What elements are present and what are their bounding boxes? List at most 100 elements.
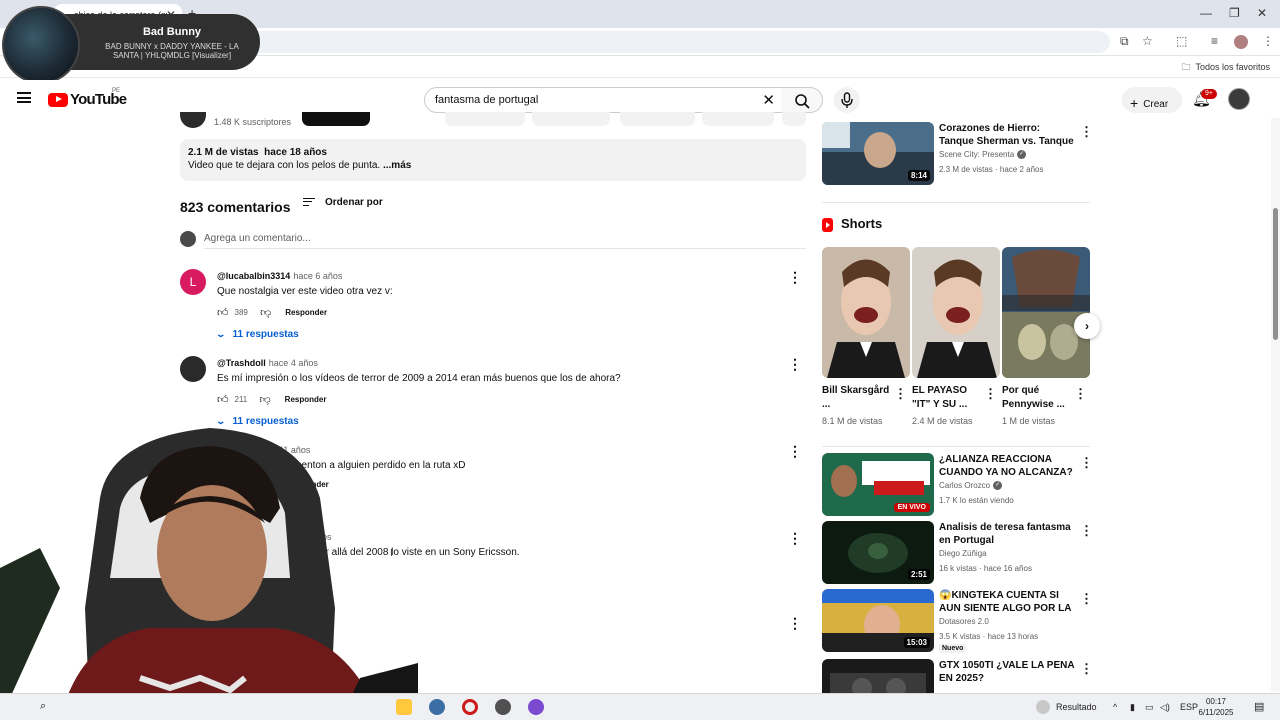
video-thumbnail[interactable]: EN VIVO [822,453,934,516]
network-icon[interactable]: ▭ [1145,702,1154,713]
channel-avatar[interactable] [180,112,206,128]
like-button[interactable] [445,112,525,126]
menu-icon[interactable] [17,92,31,103]
description-box[interactable]: 2.1 M de vistas hace 18 años Video que t… [180,139,806,181]
comment-avatar[interactable]: L [180,269,206,295]
subscribe-button[interactable] [302,112,370,126]
channel-name[interactable]: Diego Zúñiga [939,549,987,558]
short-card[interactable]: Bill Skarsgård ... 8.1 M de vistas ⋮ [822,247,910,427]
video-menu-icon[interactable]: ⋮ [1080,124,1093,140]
comment-author[interactable]: @Trashdoll [217,358,266,368]
short-thumbnail[interactable] [912,247,1000,378]
channel-name[interactable]: Carlos Orozco [939,481,990,490]
short-title[interactable]: EL PAYASO "IT" Y SU ... [912,384,982,412]
view-replies-button[interactable]: ⌄ 11 respuestas [215,416,298,427]
media-now-playing[interactable]: Bad Bunny BAD BUNNY x DADDY YANKEE - LA … [2,6,260,84]
channel-name[interactable]: Scene City: Presenta [939,150,1014,159]
video-title[interactable]: ¿ALIANZA REACCIONA CUANDO YA NO ALCANZA?… [939,453,1077,479]
weather-icon[interactable] [1036,700,1050,714]
video-menu-icon[interactable]: ⋮ [1080,661,1090,677]
reply-button[interactable]: Responder [285,308,327,317]
search-box[interactable]: fantasma de portugal ✕ [424,87,782,113]
short-card[interactable]: EL PAYASO "IT" Y SU ... 2.4 M de vistas … [912,247,1000,427]
video-title[interactable]: GTX 1050TI ¿VALE LA PENA EN 2025? [939,659,1077,685]
comment-time[interactable]: hace 4 años [269,358,318,368]
extensions-icon[interactable]: ⬚ [1176,34,1187,48]
thumbs-down-icon[interactable]: 👎︎ [260,393,271,406]
file-explorer-icon[interactable] [396,699,412,715]
reply-button[interactable]: Responder [285,395,327,404]
video-title[interactable]: 😱KINGTEKA CUENTA SI AUN SIENTE ALGO POR … [939,589,1077,615]
more-link[interactable]: ...más [383,160,411,171]
download-button[interactable] [620,112,695,126]
short-menu-icon[interactable]: ⋮ [1074,386,1087,402]
recommended-video[interactable]: 8:14 Corazones de Hierro: Tanque Sherman… [822,122,1093,186]
more-actions-button[interactable] [782,112,806,126]
short-menu-icon[interactable]: ⋮ [894,386,907,402]
view-replies-button[interactable]: ⌄ 11 respuestas [215,329,298,340]
video-menu-icon[interactable]: ⋮ [1080,523,1093,539]
browser-app-icon[interactable] [528,699,544,715]
chevron-up-icon[interactable]: ^ [1113,702,1117,712]
video-title[interactable]: Analisis de teresa fantasma en Portugal [939,521,1077,547]
video-menu-icon[interactable]: ⋮ [1080,455,1093,471]
recommended-video[interactable]: EN VIVO ¿ALIANZA REACCIONA CUANDO YA NO … [822,453,1093,517]
microphone-icon[interactable]: ▮ [1130,702,1135,713]
video-title[interactable]: Corazones de Hierro: Tanque Sherman vs. … [939,122,1077,148]
search-icon[interactable]: ⌕ [40,700,56,716]
minimize-icon[interactable]: — [1200,6,1212,20]
video-thumbnail[interactable]: 15:03 [822,589,934,652]
reading-list-icon[interactable]: ≡ [1211,34,1218,48]
channel-name[interactable]: Dotasores 2.0 [939,617,989,626]
recommended-video[interactable]: GTX 1050TI ¿VALE LA PENA EN 2025? ⋮ [822,659,1090,693]
system-clock[interactable]: 00:17 6/11/2025 [1196,696,1236,718]
create-button[interactable]: + Crear [1122,87,1182,113]
video-thumbnail[interactable]: 2:51 [822,521,934,584]
weather-label[interactable]: Resultado [1056,702,1097,712]
account-avatar[interactable] [1228,88,1250,110]
short-thumbnail[interactable] [822,247,910,378]
comment-avatar[interactable] [180,356,206,382]
profile-icon[interactable] [1234,35,1248,49]
comment-menu-icon[interactable]: ⋮ [788,269,802,286]
video-menu-icon[interactable]: ⋮ [1080,591,1093,607]
bookmark-star-icon[interactable]: ☆ [1142,34,1153,48]
restore-icon[interactable]: ❐ [1229,6,1240,20]
comment-author[interactable]: @lucabalbin3314 [217,271,290,281]
short-card[interactable]: Por qué Pennywise ... 1 M de vistas ⋮ [1002,247,1090,427]
comment-time[interactable]: hace 6 años [293,271,342,281]
install-app-icon[interactable]: ⧉ [1120,34,1129,49]
recommended-video[interactable]: 15:03 😱KINGTEKA CUENTA SI AUN SIENTE ALG… [822,589,1093,653]
short-menu-icon[interactable]: ⋮ [984,386,997,402]
comment-menu-icon[interactable]: ⋮ [788,356,802,373]
volume-icon[interactable]: ◁) [1160,702,1170,713]
app-icon[interactable] [429,699,445,715]
all-favorites[interactable]: 🗀 Todos los favoritos [1181,60,1270,76]
voice-search-button[interactable] [834,87,860,113]
scrollbar-thumb[interactable] [1273,208,1278,340]
opera-icon[interactable] [462,699,478,715]
video-thumbnail[interactable]: 8:14 [822,122,934,185]
add-comment-input[interactable]: Agrega un comentario... [204,233,311,244]
notifications-icon[interactable]: ▤ [1254,700,1264,713]
short-thumbnail[interactable] [1002,247,1090,378]
browser-menu-icon[interactable]: ⋮ [1262,34,1274,48]
youtube-logo[interactable]: YouTube PE [48,88,127,109]
search-button[interactable] [781,87,823,113]
obs-icon[interactable] [495,699,511,715]
short-title[interactable]: Bill Skarsgård ... [822,384,892,412]
clip-button[interactable] [702,112,774,126]
shorts-next-arrow-icon[interactable]: › [1074,313,1100,339]
page-scrollbar[interactable] [1271,118,1280,692]
close-window-icon[interactable]: ✕ [1257,6,1267,20]
recommended-video[interactable]: 2:51 Analisis de teresa fantasma en Port… [822,521,1093,585]
sort-button[interactable]: Ordenar por [303,197,383,208]
video-thumbnail[interactable] [822,659,934,693]
search-input[interactable]: fantasma de portugal [435,94,538,106]
comment-menu-icon[interactable]: ⋮ [788,615,802,632]
thumbs-down-icon[interactable]: 👎︎ [260,306,271,319]
comment-menu-icon[interactable]: ⋮ [788,530,802,547]
address-bar[interactable] [230,31,1110,53]
short-title[interactable]: Por qué Pennywise ... [1002,384,1072,412]
thumbs-up-icon[interactable]: 👍︎ [217,393,229,406]
